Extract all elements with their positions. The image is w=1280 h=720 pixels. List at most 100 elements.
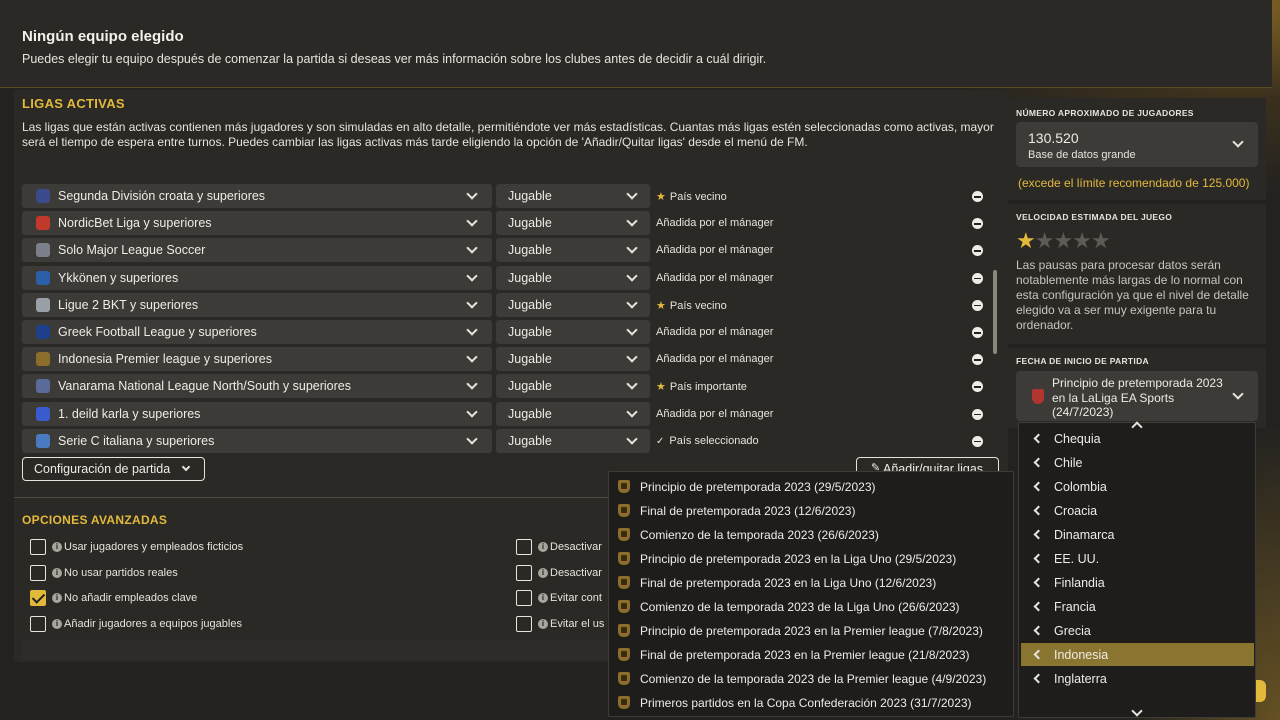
country-label: Francia xyxy=(1054,600,1096,614)
start-date-option[interactable]: Principio de pretemporada 2023 en la Pre… xyxy=(609,618,1013,642)
info-icon: i xyxy=(52,542,62,552)
league-select[interactable]: NordicBet Liga y superiores xyxy=(22,211,492,236)
scroll-down-icon[interactable] xyxy=(1131,705,1143,717)
start-date-dropdown: Principio de pretemporada 2023 (29/5/202… xyxy=(608,471,1014,717)
start-date-select[interactable]: Principio de pretemporada 2023 en la LaL… xyxy=(1016,371,1258,421)
league-status: ★ País vecino xyxy=(656,190,727,203)
start-date-option[interactable]: Final de pretemporada 2023 (12/6/2023) xyxy=(609,498,1013,522)
chevron-down-icon xyxy=(466,405,478,418)
chevron-down-icon xyxy=(626,351,638,363)
option-checkbox[interactable] xyxy=(516,539,532,555)
option-checkbox[interactable] xyxy=(30,615,46,632)
league-mode-select[interactable]: Jugable xyxy=(496,374,650,399)
league-status: Añadida por el mánager xyxy=(656,326,773,338)
option-checkbox[interactable] xyxy=(30,590,46,606)
start-date-option[interactable]: Final de pretemporada 2023 en la Premier… xyxy=(609,642,1013,666)
league-mode-select[interactable]: Jugable xyxy=(496,320,650,344)
league-row: Indonesia Premier league y superiores Jug… xyxy=(22,347,992,372)
chevron-down-icon xyxy=(626,297,638,309)
country-label: Grecia xyxy=(1054,624,1091,638)
league-status-text: Añadida por el mánager xyxy=(656,353,774,366)
country-item[interactable]: Grecia xyxy=(1021,619,1254,642)
remove-league-icon[interactable] xyxy=(972,354,983,366)
league-mode-select[interactable]: Jugable xyxy=(496,265,650,290)
start-date-option[interactable]: Principio de pretemporada 2023 (29/5/202… xyxy=(609,474,1013,498)
league-select[interactable]: Greek Football League y superiores xyxy=(22,320,492,344)
half-star-icon: ★ xyxy=(1016,228,1036,253)
chevron-down-icon xyxy=(626,242,638,255)
league-mode-select[interactable]: Jugable xyxy=(496,347,650,372)
country-item[interactable]: Francia xyxy=(1021,595,1254,618)
star-icon: ★ xyxy=(1034,228,1055,253)
league-mode-select[interactable]: Jugable xyxy=(496,401,650,426)
league-status-text: País importante xyxy=(669,381,747,394)
league-select[interactable]: Vanarama National League North/South y s… xyxy=(22,374,492,399)
option-checkbox[interactable] xyxy=(30,539,46,555)
start-date-option-label: Principio de pretemporada 2023 en la Lig… xyxy=(640,552,957,566)
option-label: Evitar el us xyxy=(550,617,605,630)
remove-league-icon[interactable] xyxy=(972,435,983,447)
league-name: NordicBet Liga y superiores xyxy=(58,216,212,231)
league-select[interactable]: Ligue 2 BKT y superiores xyxy=(22,292,492,317)
league-logo-icon xyxy=(618,528,630,541)
league-name: Ligue 2 BKT y superiores xyxy=(58,297,199,312)
league-mode-select[interactable]: Jugable xyxy=(496,211,650,236)
country-item[interactable]: Finlandia xyxy=(1021,571,1254,594)
option-checkbox[interactable] xyxy=(516,590,532,606)
league-select[interactable]: Ykkönen y superiores xyxy=(22,265,492,290)
start-date-option[interactable]: Primeros partidos en la Copa Confederaci… xyxy=(609,690,1013,714)
league-status-text: Añadida por el mánager xyxy=(656,407,774,420)
remove-league-icon[interactable] xyxy=(972,299,983,311)
start-date-option[interactable]: Principio de pretemporada 2023 en la Lig… xyxy=(609,546,1013,570)
country-item[interactable]: Chile xyxy=(1021,451,1254,474)
remove-league-icon[interactable] xyxy=(972,191,983,202)
league-select[interactable]: Segunda División croata y superiores xyxy=(22,184,492,208)
league-select[interactable]: 1. deild karla y superiores xyxy=(22,401,492,426)
info-icon: i xyxy=(538,618,548,629)
country-item[interactable]: Indonesia xyxy=(1021,643,1254,666)
country-item[interactable]: Inglaterra xyxy=(1021,667,1254,690)
remove-league-icon[interactable] xyxy=(972,408,983,420)
league-list-scrollbar[interactable] xyxy=(993,270,997,354)
chevron-left-icon xyxy=(1033,481,1044,492)
league-logo-icon xyxy=(618,672,630,685)
country-item[interactable]: Dinamarca xyxy=(1021,523,1254,546)
start-date-option[interactable]: Comienzo de la temporada 2023 de la Prem… xyxy=(609,666,1013,690)
remove-league-icon[interactable] xyxy=(972,245,983,257)
option-checkbox[interactable] xyxy=(30,564,46,581)
country-label: Colombia xyxy=(1054,480,1107,494)
country-item[interactable]: Croacia xyxy=(1021,499,1254,522)
country-item[interactable]: Colombia xyxy=(1021,475,1254,498)
remove-league-icon[interactable] xyxy=(972,381,983,393)
country-label: Indonesia xyxy=(1054,648,1109,662)
start-date-option[interactable]: Comienzo de la temporada 2023 (26/6/2023… xyxy=(609,522,1013,546)
country-item[interactable]: EE. UU. xyxy=(1021,547,1254,570)
league-status-text: País seleccionado xyxy=(669,434,759,447)
start-date-option[interactable]: Final de pretemporada 2023 en la Liga Un… xyxy=(609,570,1013,594)
country-item[interactable]: Chequia xyxy=(1021,427,1254,450)
option-checkbox[interactable] xyxy=(516,615,532,632)
option-checkbox[interactable] xyxy=(516,564,532,581)
country-label: Dinamarca xyxy=(1054,528,1115,542)
remove-league-icon[interactable] xyxy=(972,272,983,284)
league-status-text: País vecino xyxy=(669,191,727,203)
chevron-left-icon xyxy=(1033,457,1044,468)
league-status-text: Añadida por el mánager xyxy=(656,217,774,230)
chevron-left-icon xyxy=(1033,529,1044,540)
remove-league-icon[interactable] xyxy=(972,218,983,230)
star-icon: ★ xyxy=(656,191,666,203)
league-logo-icon xyxy=(36,297,50,312)
player-count-select[interactable]: 130.520 Base de datos grande xyxy=(1016,122,1258,167)
league-select[interactable]: Serie C italiana y superiores xyxy=(22,428,492,453)
league-mode-select[interactable]: Jugable xyxy=(496,184,650,208)
start-date-option[interactable]: Comienzo de la temporada 2023 de la Liga… xyxy=(609,594,1013,618)
league-mode-select[interactable]: Jugable xyxy=(496,292,650,317)
remove-league-icon[interactable] xyxy=(972,327,983,338)
league-select[interactable]: Solo Major League Soccer xyxy=(22,238,492,263)
league-mode-select[interactable]: Jugable xyxy=(496,238,650,263)
league-mode-select[interactable]: Jugable xyxy=(496,428,650,453)
league-logo-icon xyxy=(618,576,630,589)
game-config-button[interactable]: Configuración de partida xyxy=(22,457,205,481)
continue-button-edge[interactable] xyxy=(1256,680,1266,702)
league-select[interactable]: Indonesia Premier league y superiores xyxy=(22,347,492,372)
